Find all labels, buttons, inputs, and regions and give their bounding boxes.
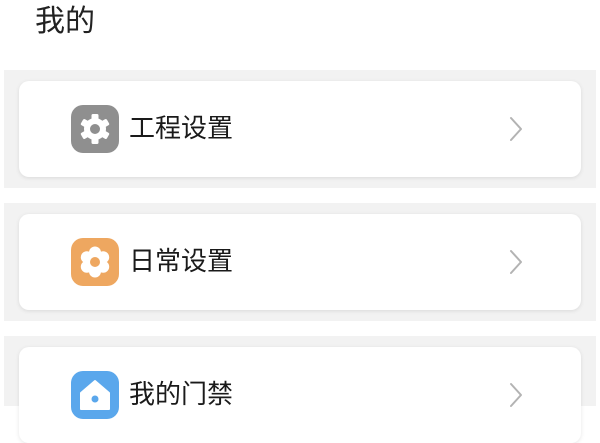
chevron-right-icon xyxy=(507,247,525,277)
flower-settings-icon xyxy=(71,238,119,286)
page-title: 我的 xyxy=(35,4,95,39)
menu-item-engineering-settings[interactable]: 工程设置 xyxy=(19,81,581,177)
chevron-right-icon xyxy=(507,114,525,144)
menu-item-daily-settings[interactable]: 日常设置 xyxy=(19,214,581,310)
home-icon xyxy=(71,371,119,419)
menu-item-my-access-control[interactable]: 我的门禁 xyxy=(19,347,581,443)
chevron-right-icon xyxy=(507,380,525,410)
gear-icon xyxy=(71,105,119,153)
menu-item-label: 我的门禁 xyxy=(129,380,234,410)
menu-item-label: 工程设置 xyxy=(129,114,234,144)
menu-item-label: 日常设置 xyxy=(129,247,234,277)
